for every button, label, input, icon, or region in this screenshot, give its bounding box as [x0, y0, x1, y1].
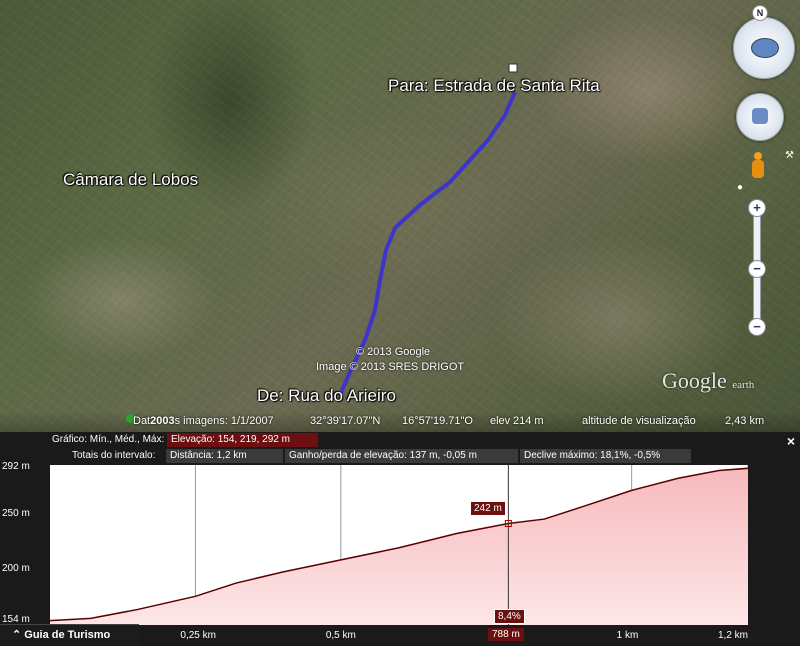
elevation-gain-box: Ganho/perda de elevação: 137 m, -0,05 m	[285, 449, 518, 463]
google-earth-logo: Google earth	[662, 368, 754, 394]
zoom-out-button[interactable]: −	[748, 318, 766, 336]
marker-distance-label: 788 m	[488, 628, 524, 641]
zoom-in-button[interactable]: +	[748, 199, 766, 217]
destination-marker	[508, 63, 518, 73]
image-credit: Image © 2013 SRES DRIGOT	[316, 361, 465, 373]
chevron-up-icon: ⌃	[12, 629, 22, 641]
move-control[interactable]	[736, 93, 784, 141]
x-tick-label: 1 km	[616, 630, 639, 641]
tour-guide-button[interactable]: ⌃ Guia de Turismo	[0, 624, 139, 646]
totals-label: Totais do intervalo:	[72, 450, 156, 461]
copyright-credit: © 2013 Google	[356, 346, 431, 358]
y-tick-label: 200 m	[2, 562, 30, 574]
imagery-date: Dat2003s imagens: 1/1/2007	[133, 415, 274, 427]
status-bar: Dat2003s imagens: 1/1/2007 32°39'17.07"N…	[0, 411, 800, 432]
elevation-value: 214 m	[513, 415, 544, 427]
elevation-profile-panel: Gráfico: Mín., Méd., Máx: Elevação: 154,…	[0, 432, 800, 646]
eye-altitude-value: 2,43 km	[725, 415, 765, 427]
hand-icon	[752, 108, 768, 124]
eye-icon	[751, 38, 779, 58]
marker-elevation-label: 242 m	[470, 501, 506, 516]
google-logo-text: Google	[662, 368, 727, 393]
y-tick-label: 250 m	[2, 507, 30, 519]
person-icon: ●	[737, 182, 744, 193]
tour-guide-label: Guia de Turismo	[24, 629, 111, 641]
y-tick-label: 292 m	[2, 461, 30, 473]
elevation-area	[50, 468, 748, 625]
x-tick-label: 0,25 km	[180, 630, 216, 641]
origin-label[interactable]: De: Rua do Arieiro	[257, 386, 396, 406]
zoom-slider-handle[interactable]: −	[748, 260, 766, 278]
compass-north-icon[interactable]: N	[752, 5, 768, 21]
elevation-chart-svg	[50, 465, 748, 625]
y-tick-label: 154 m	[2, 613, 30, 625]
date-prefix: Dat	[133, 415, 151, 427]
elevation-label: elev	[490, 415, 511, 427]
town-label[interactable]: Câmara de Lobos	[63, 170, 198, 190]
imagery-year: 2003	[150, 415, 175, 427]
distance-box: Distância: 1,2 km	[166, 449, 283, 463]
street-view-pegman-icon[interactable]	[750, 152, 766, 186]
look-control[interactable]	[733, 17, 795, 79]
eye-altitude-label: altitude de visualização	[582, 415, 696, 427]
earth-logo-text: earth	[732, 379, 755, 391]
elevation-chart[interactable]	[50, 465, 748, 625]
marker-slope-label: 8,4%	[494, 609, 525, 624]
map-view[interactable]: Para: Estrada de Santa Rita Câmara de Lo…	[0, 0, 800, 432]
destination-label[interactable]: Para: Estrada de Santa Rita	[388, 76, 600, 96]
longitude: 16°57'19.71"O	[402, 415, 473, 427]
tools-icon: ⚒	[785, 150, 794, 161]
max-slope-box: Declive máximo: 18,1%, -0,5%	[520, 449, 691, 463]
close-panel-button[interactable]: ×	[784, 434, 798, 448]
x-tick-label: 1,2 km	[718, 630, 749, 641]
imagery-date-text: s imagens: 1/1/2007	[174, 415, 274, 427]
x-tick-label: 0,5 km	[325, 630, 356, 641]
elevation-summary: Elevação: 154, 219, 292 m	[167, 433, 318, 447]
latitude: 32°39'17.07"N	[310, 415, 381, 427]
graph-label: Gráfico: Mín., Méd., Máx:	[52, 434, 165, 445]
